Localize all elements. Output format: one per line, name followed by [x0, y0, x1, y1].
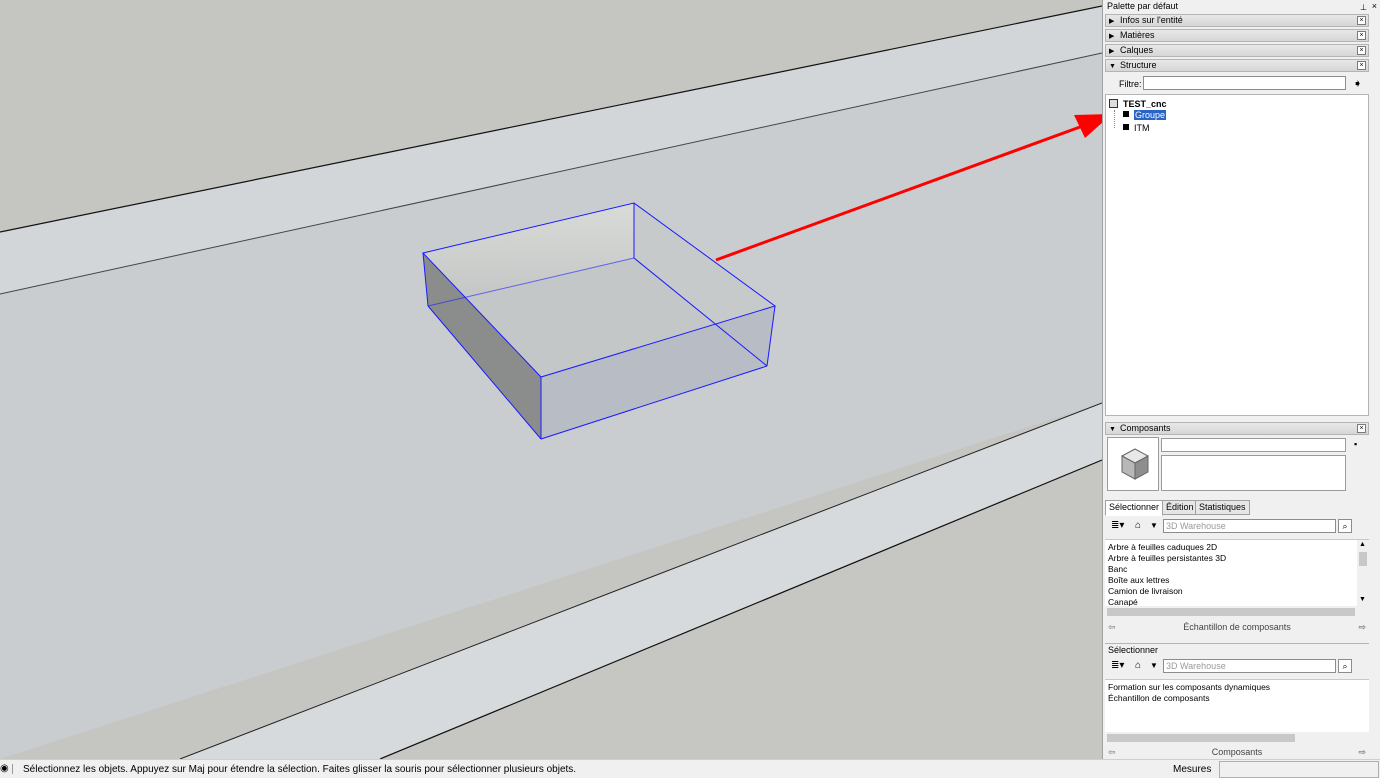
arrow-right-icon[interactable]: ⇨	[1358, 746, 1366, 759]
component-name-field[interactable]	[1161, 438, 1346, 452]
tray-label: Infos sur l'entité	[1120, 15, 1183, 25]
collection-label: Échantillon de composants	[1183, 622, 1291, 632]
home-icon[interactable]: ⌂	[1135, 519, 1141, 533]
scroll-thumb[interactable]	[1107, 608, 1355, 616]
second-component-toolbar: ≣▾ ⌂ ▼ 3D Warehouse ⌕	[1105, 657, 1369, 675]
component-preview	[1107, 437, 1159, 491]
default-palette: Palette par défaut ⊥ × ▶ Infos sur l'enti…	[1102, 0, 1380, 759]
second-component-list[interactable]: Formation sur les composants dynamiques …	[1105, 679, 1369, 732]
search-input[interactable]: 3D Warehouse	[1163, 519, 1336, 533]
list-item[interactable]: Arbre à feuilles caduques 2D	[1105, 542, 1369, 553]
structure-filter-row: Filtre: ➧	[1103, 75, 1380, 93]
chevron-down-icon[interactable]: ▼	[1150, 519, 1158, 533]
list-item[interactable]: Boîte aux lettres	[1105, 575, 1369, 586]
close-icon[interactable]: ×	[1357, 16, 1366, 25]
pin-icon[interactable]: ⊥	[1360, 1, 1367, 14]
tray-label: Matières	[1120, 30, 1155, 40]
component-list[interactable]: Arbre à feuilles caduques 2D Arbre à feu…	[1105, 539, 1369, 607]
list-item[interactable]: Arbre à feuilles persistantes 3D	[1105, 553, 1369, 564]
list-item[interactable]: Banc	[1105, 564, 1369, 575]
view-options-icon[interactable]: ≣▾	[1111, 659, 1124, 673]
tab-select[interactable]: Sélectionner	[1105, 500, 1164, 516]
tree-item-label: ITM	[1134, 123, 1150, 133]
list-item[interactable]: Échantillon de composants	[1105, 693, 1369, 704]
palette-title: Palette par défaut ⊥ ×	[1103, 0, 1380, 13]
scroll-up-icon[interactable]: ▲	[1359, 541, 1366, 548]
arrow-right-icon[interactable]: ⇨	[1358, 620, 1366, 634]
select-tool-icon: ◉	[0, 763, 9, 774]
status-bar: ◉ Sélectionnez les objets. Appuyez sur M…	[0, 759, 1380, 778]
filter-input[interactable]	[1143, 76, 1346, 90]
tray-layers[interactable]: ▶ Calques ×	[1105, 44, 1369, 57]
tray-label: Composants	[1120, 423, 1171, 433]
model-icon	[1109, 99, 1118, 108]
scroll-thumb[interactable]	[1359, 552, 1367, 566]
palette-title-text: Palette par défaut	[1107, 1, 1179, 11]
arrow-left-icon[interactable]: ⇦	[1108, 746, 1116, 759]
search-icon[interactable]: ⌕	[1338, 519, 1352, 533]
tray-components[interactable]: ▼ Composants ×	[1105, 422, 1369, 435]
list-item[interactable]: Camion de livraison	[1105, 586, 1369, 597]
component-description-field[interactable]	[1161, 455, 1346, 491]
component-collection-nav: ⇦ Échantillon de composants ⇨	[1105, 620, 1369, 634]
tray-structure[interactable]: ▼ Structure ×	[1105, 59, 1369, 72]
status-message: Sélectionnez les objets. Appuyez sur Maj…	[23, 764, 577, 775]
arrow-right-icon[interactable]: ➧	[1353, 77, 1362, 90]
vertical-scrollbar[interactable]: ▲ ▼	[1357, 540, 1369, 607]
tray-label: Structure	[1120, 60, 1157, 70]
scroll-down-icon[interactable]: ▼	[1359, 596, 1366, 603]
component-toolbar: ≣▾ ⌂ ▼ 3D Warehouse ⌕	[1105, 517, 1369, 535]
triangle-right-icon: ▶	[1109, 48, 1115, 55]
search-icon[interactable]: ⌕	[1338, 659, 1352, 673]
filter-label: Filtre:	[1119, 79, 1142, 89]
group-icon	[1123, 124, 1129, 130]
close-icon[interactable]: ×	[1357, 31, 1366, 40]
tree-item-label: Groupe	[1134, 110, 1167, 120]
structure-tree[interactable]: TEST_cnc Groupe ITM	[1105, 94, 1369, 416]
tray-materials[interactable]: ▶ Matières ×	[1105, 29, 1369, 42]
tray-label: Calques	[1120, 45, 1154, 55]
collection-label: Composants	[1211, 747, 1263, 757]
details-icon[interactable]: ▪	[1354, 439, 1357, 449]
close-icon[interactable]: ×	[1357, 61, 1366, 70]
triangle-right-icon: ▶	[1109, 18, 1115, 25]
close-icon[interactable]: ×	[1357, 424, 1366, 433]
scroll-thumb[interactable]	[1107, 734, 1295, 742]
tree-connector	[1114, 110, 1115, 128]
second-component-nav: ⇦ Composants ⇨	[1105, 746, 1369, 759]
list-item[interactable]: Formation sur les composants dynamiques	[1105, 682, 1369, 693]
home-icon[interactable]: ⌂	[1135, 659, 1141, 673]
second-horizontal-scrollbar[interactable]	[1105, 732, 1369, 744]
chevron-down-icon[interactable]: ▼	[1150, 659, 1158, 673]
tray-entity-info[interactable]: ▶ Infos sur l'entité ×	[1105, 14, 1369, 27]
view-options-icon[interactable]: ≣▾	[1111, 519, 1124, 533]
tab-edit[interactable]: Édition	[1162, 500, 1198, 515]
component-box-icon	[1120, 448, 1150, 480]
close-icon[interactable]: ×	[1357, 46, 1366, 55]
second-select-section: Sélectionner	[1105, 643, 1369, 656]
tree-item-group[interactable]: Groupe	[1123, 109, 1167, 121]
tree-root-label: TEST_cnc	[1123, 99, 1167, 109]
tree-item-itm[interactable]: ITM	[1123, 122, 1150, 134]
close-icon[interactable]: ×	[1372, 0, 1377, 13]
tab-statistics[interactable]: Statistiques	[1195, 500, 1250, 515]
arrow-left-icon[interactable]: ⇦	[1108, 620, 1116, 634]
status-divider	[12, 764, 13, 774]
horizontal-scrollbar[interactable]	[1105, 606, 1369, 618]
triangle-right-icon: ▶	[1109, 33, 1115, 40]
group-icon	[1123, 111, 1129, 117]
triangle-down-icon: ▼	[1109, 426, 1116, 433]
measurements-input[interactable]	[1219, 761, 1379, 778]
triangle-down-icon: ▼	[1109, 63, 1116, 70]
search-input[interactable]: 3D Warehouse	[1163, 659, 1336, 673]
measurements-label: Mesures	[1173, 764, 1212, 775]
